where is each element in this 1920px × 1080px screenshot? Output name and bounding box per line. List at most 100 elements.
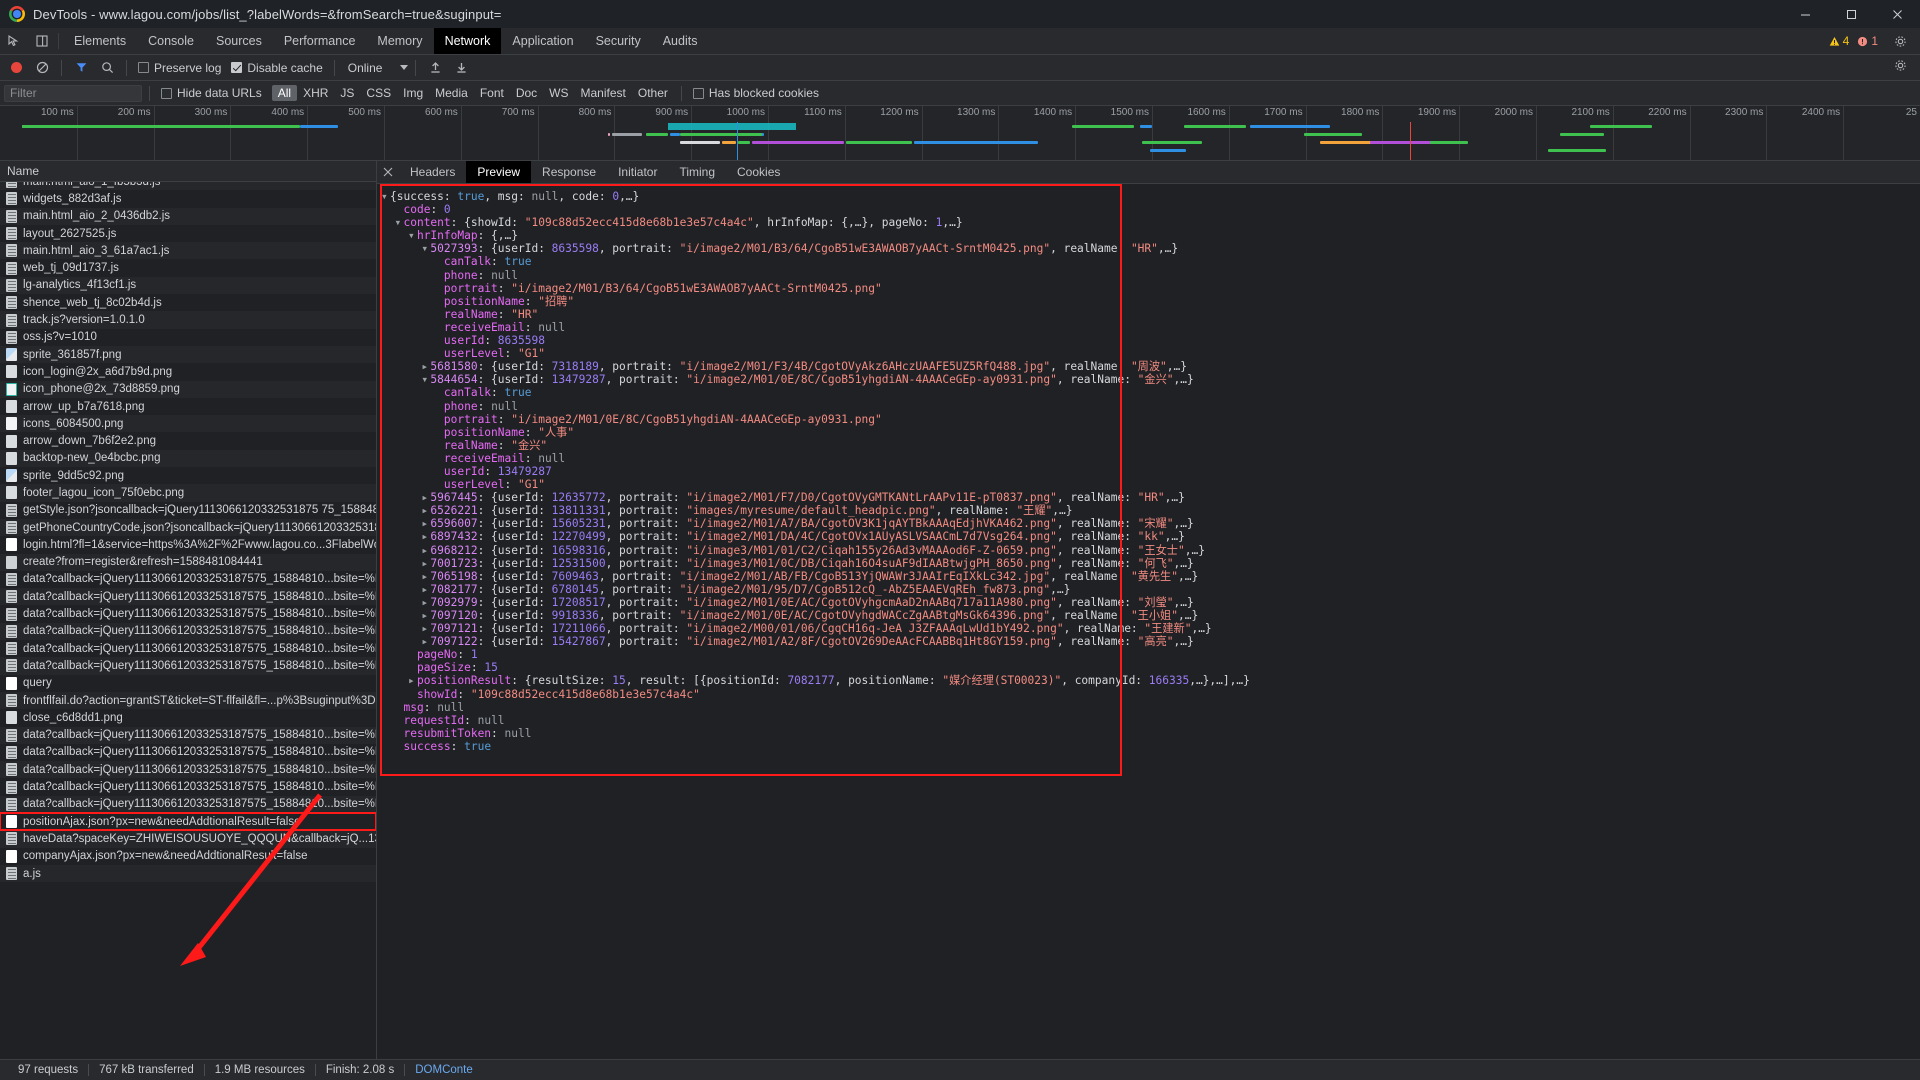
device-toolbar-icon[interactable] (28, 28, 56, 54)
tab-console[interactable]: Console (137, 28, 205, 54)
request-row[interactable]: data?callback=jQuery11130661203325318757… (0, 605, 376, 622)
request-row[interactable]: data?callback=jQuery11130661203325318757… (0, 744, 376, 761)
export-har-icon[interactable] (449, 56, 473, 80)
request-row[interactable]: icon_phone@2x_73d8859.png (0, 380, 376, 398)
detail-tab-timing[interactable]: Timing (668, 161, 726, 183)
preview-pane[interactable]: ▾ {success: true, msg: null, code: 0,…} c… (377, 184, 1920, 1059)
request-row[interactable]: main.html_aio_1_fb5b3d.js (0, 182, 376, 191)
json-line[interactable]: ▸ positionResult: {resultSize: 15, result… (381, 674, 1920, 687)
json-line[interactable]: ▸ 7082177: {userId: 6780145, portrait: "i… (381, 583, 1920, 596)
request-row[interactable]: data?callback=jQuery11130661203325318757… (0, 778, 376, 795)
json-line[interactable]: ▾ {success: true, msg: null, code: 0,…} (381, 190, 1920, 203)
type-filter-other[interactable]: Other (632, 85, 674, 101)
tab-security[interactable]: Security (585, 28, 652, 54)
request-row[interactable]: lg-analytics_4f13cf1.js (0, 276, 376, 295)
json-line[interactable]: ▸ 7097120: {userId: 9918336, portrait: "i… (381, 609, 1920, 622)
request-row[interactable]: arrow_up_b7a7618.png (0, 398, 376, 415)
import-har-icon[interactable] (423, 56, 447, 80)
json-line[interactable]: ▸ 7001723: {userId: 12531500, portrait: "… (381, 557, 1920, 570)
disclosure-triangle-icon[interactable]: ▾ (381, 190, 390, 203)
request-row[interactable]: getPhoneCountryCode.json?jsoncallback=jQ… (0, 518, 376, 537)
request-row[interactable]: getStyle.json?jsoncallback=jQuery1113066… (0, 502, 376, 519)
maximize-button[interactable] (1828, 0, 1874, 28)
close-button[interactable] (1874, 0, 1920, 28)
json-line[interactable]: resubmitToken: null (381, 727, 1920, 740)
json-line[interactable]: userId: 13479287 (381, 465, 1920, 478)
request-row[interactable]: main.html_aio_3_61a7ac1.js (0, 242, 376, 260)
has-blocked-cookies-checkbox[interactable]: Has blocked cookies (689, 86, 823, 100)
json-line[interactable]: realName: "HR" (381, 308, 1920, 321)
type-filter-font[interactable]: Font (474, 85, 510, 101)
request-row[interactable]: data?callback=jQuery11130661203325318757… (0, 588, 376, 606)
minimize-button[interactable] (1782, 0, 1828, 28)
request-row[interactable]: close_c6d8dd1.png (0, 709, 376, 726)
request-row[interactable]: backtop-new_0e4bcbc.png (0, 449, 376, 468)
disclosure-triangle-icon[interactable]: ▸ (408, 674, 417, 687)
request-row-selected[interactable]: positionAjax.json?px=new&needAddtionalRe… (0, 811, 376, 832)
json-line[interactable]: success: true (381, 740, 1920, 753)
request-row[interactable]: data?callback=jQuery11130661203325318757… (0, 761, 376, 779)
hide-data-urls-checkbox[interactable]: Hide data URLs (157, 86, 266, 100)
json-line[interactable]: ▸ 5681580: {userId: 7318189, portrait: "i… (381, 360, 1920, 373)
json-line[interactable]: receiveEmail: null (381, 321, 1920, 334)
request-row[interactable]: data?callback=jQuery11130661203325318757… (0, 726, 376, 744)
json-line[interactable]: ▾ 5844654: {userId: 13479287, portrait: "… (381, 373, 1920, 386)
disable-cache-checkbox[interactable]: Disable cache (227, 61, 326, 75)
request-row[interactable]: main.html_aio_2_0436db2.js (0, 207, 376, 225)
json-line[interactable]: ▸ 7092979: {userId: 17208517, portrait: "… (381, 596, 1920, 609)
request-row[interactable]: data?callback=jQuery11130661203325318757… (0, 640, 376, 657)
type-filter-doc[interactable]: Doc (510, 85, 543, 101)
clear-icon[interactable] (30, 56, 54, 80)
type-filter-img[interactable]: Img (397, 85, 429, 101)
json-line[interactable]: canTalk: true (381, 255, 1920, 268)
detail-tab-response[interactable]: Response (531, 161, 607, 183)
request-rows[interactable]: main.html_aio_1_fb5b3d.js widgets_882d3af… (0, 182, 376, 1059)
request-row[interactable]: create?from=register&refresh=15884810844… (0, 553, 376, 571)
request-row[interactable]: widgets_882d3af.js (0, 190, 376, 207)
detail-tab-preview[interactable]: Preview (466, 161, 532, 183)
tab-application[interactable]: Application (501, 28, 584, 54)
request-row[interactable]: oss.js?v=1010 (0, 329, 376, 346)
json-line[interactable]: ▸ 6596007: {userId: 15605231, portrait: "… (381, 517, 1920, 530)
json-line[interactable]: userLevel: "G1" (381, 347, 1920, 360)
detail-tab-headers[interactable]: Headers (399, 161, 466, 183)
request-row[interactable]: data?callback=jQuery11130661203325318757… (0, 622, 376, 641)
throttle-select[interactable]: Online (342, 61, 409, 75)
request-row[interactable]: footer_lagou_icon_75f0ebc.png (0, 484, 376, 502)
tab-elements[interactable]: Elements (63, 28, 137, 54)
request-row[interactable]: query (0, 675, 376, 692)
json-line[interactable]: requestId: null (381, 714, 1920, 727)
json-line[interactable]: ▸ 7097121: {userId: 17211066, portrait: "… (381, 622, 1920, 635)
network-settings-gear-icon[interactable] (1886, 59, 1914, 72)
json-line[interactable]: portrait: "i/image2/M01/0E/8C/CgoB51yhgd… (381, 413, 1920, 426)
tab-network[interactable]: Network (433, 28, 502, 54)
json-line[interactable]: ▾ content: {showId: "109c88d52ecc415d8e68… (381, 216, 1920, 229)
type-filter-manifest[interactable]: Manifest (575, 85, 632, 101)
json-line[interactable]: receiveEmail: null (381, 452, 1920, 465)
close-detail-icon[interactable] (377, 161, 399, 183)
search-icon[interactable] (95, 56, 119, 80)
json-line[interactable]: realName: "金兴" (381, 439, 1920, 452)
json-line[interactable]: positionName: "人事" (381, 426, 1920, 439)
gear-icon[interactable] (1886, 35, 1914, 48)
json-line[interactable]: ▸ 7097122: {userId: 15427867, portrait: "… (381, 635, 1920, 648)
json-line[interactable]: phone: null (381, 269, 1920, 282)
json-line[interactable]: code: 0 (381, 203, 1920, 216)
tab-memory[interactable]: Memory (366, 28, 433, 54)
json-line[interactable]: ▸ 7065198: {userId: 7609463, portrait: "i… (381, 570, 1920, 583)
tab-audits[interactable]: Audits (652, 28, 709, 54)
json-line[interactable]: showId: "109c88d52ecc415d8e68b1e3e57c4a4… (381, 688, 1920, 701)
type-filter-css[interactable]: CSS (360, 85, 397, 101)
request-row[interactable]: shence_web_tj_8c02b4d.js (0, 294, 376, 311)
error-count-chip[interactable]: 1 (1857, 34, 1878, 48)
request-row[interactable]: web_tj_09d1737.js (0, 259, 376, 276)
request-row[interactable]: login.html?fl=1&service=https%3A%2F%2Fww… (0, 536, 376, 553)
request-row[interactable]: sprite_9dd5c92.png (0, 467, 376, 484)
json-line[interactable]: ▸ 5967445: {userId: 12635772, portrait: "… (381, 491, 1920, 504)
json-tree[interactable]: ▾ {success: true, msg: null, code: 0,…} c… (381, 190, 1920, 1059)
json-line[interactable]: ▸ 6968212: {userId: 16598316, portrait: "… (381, 544, 1920, 557)
filter-input[interactable] (4, 84, 142, 102)
tab-performance[interactable]: Performance (273, 28, 367, 54)
request-row[interactable]: data?callback=jQuery11130661203325318757… (0, 795, 376, 813)
type-filter-ws[interactable]: WS (543, 85, 574, 101)
